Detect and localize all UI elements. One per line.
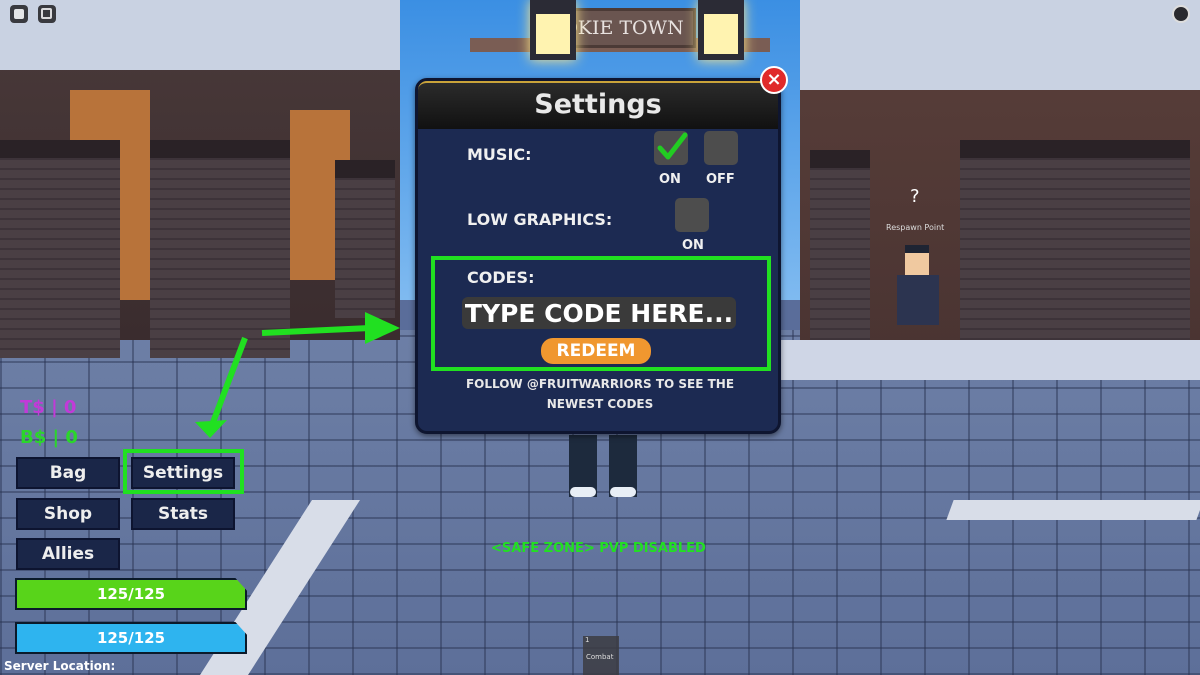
follow-text-line: FOLLOW @FRUITWARRIORS TO SEE THE [465,377,735,391]
bag-button[interactable]: Bag [16,457,120,489]
code-input[interactable] [462,297,736,329]
health-bar: 125/125 [15,578,247,610]
low-graphics-on-checkbox[interactable] [675,198,709,232]
b-currency: B$ | 0 [20,427,78,448]
low-graphics-on-label: ON [682,238,704,253]
hotbar-slot-number: 1 [585,636,590,644]
settings-highlight-box [123,449,244,494]
respawn-npc[interactable] [893,245,943,325]
energy-bar: 125/125 [15,622,247,654]
music-label: MUSIC: [467,145,532,164]
curb [946,500,1200,520]
checkmark-icon [657,132,688,160]
music-on-label: ON [659,172,681,187]
low-graphics-label: LOW GRAPHICS: [467,210,613,229]
follow-text-line: NEWEST CODES [546,397,654,411]
npc-question-marker: ? [910,186,920,207]
allies-button[interactable]: Allies [16,538,120,570]
hotbar-slot[interactable]: 1 Combat [583,636,619,675]
music-on-checkbox[interactable] [654,131,688,165]
redeem-button[interactable]: REDEEM [541,338,651,364]
energy-text: 125/125 [96,629,166,647]
server-location-label: Server Location: [4,659,116,673]
right-ledge [780,340,1200,380]
npc-label: Respawn Point [886,223,945,232]
lamp [530,0,576,60]
roblox-menu-icon[interactable] [10,5,28,23]
t-currency: T$ | 0 [20,397,77,418]
lamp [698,0,744,60]
right-building [800,0,1200,368]
player-character [565,435,641,505]
follow-text: FOLLOW @FRUITWARRIORS TO SEE THE NEWEST … [440,374,760,414]
codes-label: CODES: [467,268,535,287]
left-building [0,0,400,358]
shop-button[interactable]: Shop [16,498,120,530]
safe-zone-status: <SAFE ZONE> PVP DISABLED [491,541,706,556]
dialog-header: Settings [418,81,778,129]
chat-icon[interactable] [38,5,56,23]
hotbar-slot-name: Combat [586,653,614,661]
health-text: 125/125 [96,585,166,603]
stats-button[interactable]: Stats [131,498,235,530]
close-button[interactable]: × [760,66,788,94]
dialog-title: Settings [534,89,662,120]
music-off-checkbox[interactable] [704,131,738,165]
more-options-icon[interactable] [1172,5,1190,23]
music-off-label: OFF [706,172,735,187]
